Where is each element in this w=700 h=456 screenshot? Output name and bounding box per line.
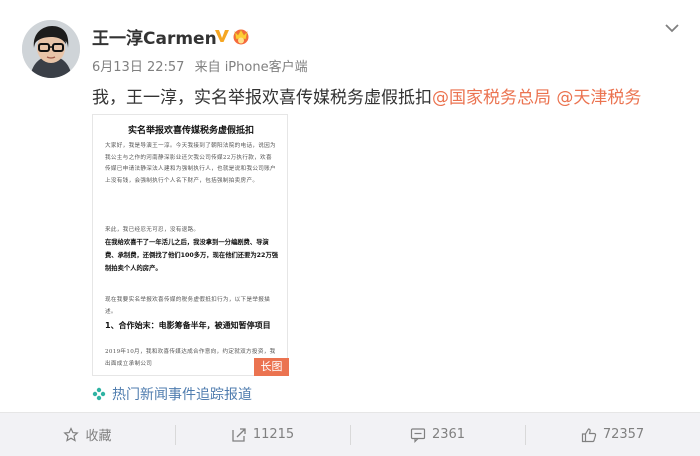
username[interactable]: 王一淳Carmen: [92, 24, 217, 49]
repost-icon: [232, 427, 246, 442]
post-source: 来自 iPhone客户端: [194, 60, 308, 75]
doc-section-heading: 1、合作始末：电影筹备半年，被通知暂停项目: [105, 321, 271, 330]
comment-button[interactable]: 2361: [350, 413, 525, 456]
post-time[interactable]: 6月13日 22:57: [92, 60, 184, 75]
doc-title: 实名举报欢喜传媒税务虚假抵扣: [127, 126, 254, 136]
doc-paragraph: 大家好，我是导演王一淳。今天我接到了朝阳法院的电话，说因为我公主与之作的河南静深…: [105, 143, 276, 184]
long-image-document[interactable]: 实名举报欢喜传媒税务虚假抵扣 大家好，我是导演王一淳。今天我接到了朝阳法院的电话…: [92, 114, 288, 376]
weibo-post-card: 王一淳Carmen 6月13日 22:57 来自 iPhone客户端 我，王一淳…: [0, 0, 700, 412]
avatar-image: [22, 20, 80, 78]
post-body: 我，王一淳，实名举报欢喜传媒税务虚假抵扣: [92, 88, 432, 108]
topic-flower-icon: [92, 387, 106, 401]
topic-link[interactable]: 热门新闻事件追踪报道: [92, 384, 252, 404]
action-bar: 收藏 11215 2361 72357: [0, 412, 700, 456]
post-meta: 6月13日 22:57 来自 iPhone客户端: [92, 56, 314, 75]
long-image-tag: 长图: [254, 358, 289, 376]
like-icon: [581, 427, 596, 442]
comment-count: 2361: [431, 427, 466, 442]
repost-button[interactable]: 11215: [175, 413, 350, 456]
topic-label: 热门新闻事件追踪报道: [112, 387, 252, 403]
avatar[interactable]: [22, 20, 80, 78]
doc-paragraph: 来此，我已经忍无可忍，没有退路。: [105, 227, 200, 233]
repost-count: 11215: [252, 427, 295, 442]
favorite-button[interactable]: 收藏: [0, 413, 175, 456]
verified-v-icon: [215, 30, 229, 42]
mention-tianjin-tax[interactable]: @天津税务: [556, 88, 641, 108]
chevron-down-icon[interactable]: [663, 21, 681, 35]
star-icon: [63, 426, 80, 442]
doc-bold-paragraph: 在我给欢喜干了一年活儿之后，我没拿到一分编剧费、导演费、承制费，还倒找了他们10…: [105, 239, 279, 272]
like-count: 72357: [602, 427, 645, 442]
mention-tax-bureau[interactable]: @国家税务总局: [432, 88, 551, 108]
like-button[interactable]: 72357: [525, 413, 700, 456]
member-crown-icon[interactable]: [230, 26, 252, 46]
doc-paragraph: 2019年10月，我和欢喜传媒达成合作意向，约定就双方投资，我出面成立承制公司: [105, 349, 276, 367]
comment-icon: [410, 427, 426, 443]
post-text: 我，王一淳，实名举报欢喜传媒税务虚假抵扣@国家税务总局 @天津税务: [92, 83, 641, 108]
doc-paragraph: 现在我要实名举报欢喜传媒的税务虚假抵扣行为，以下是举报描述。: [105, 297, 271, 315]
favorite-label: 收藏: [85, 429, 112, 444]
